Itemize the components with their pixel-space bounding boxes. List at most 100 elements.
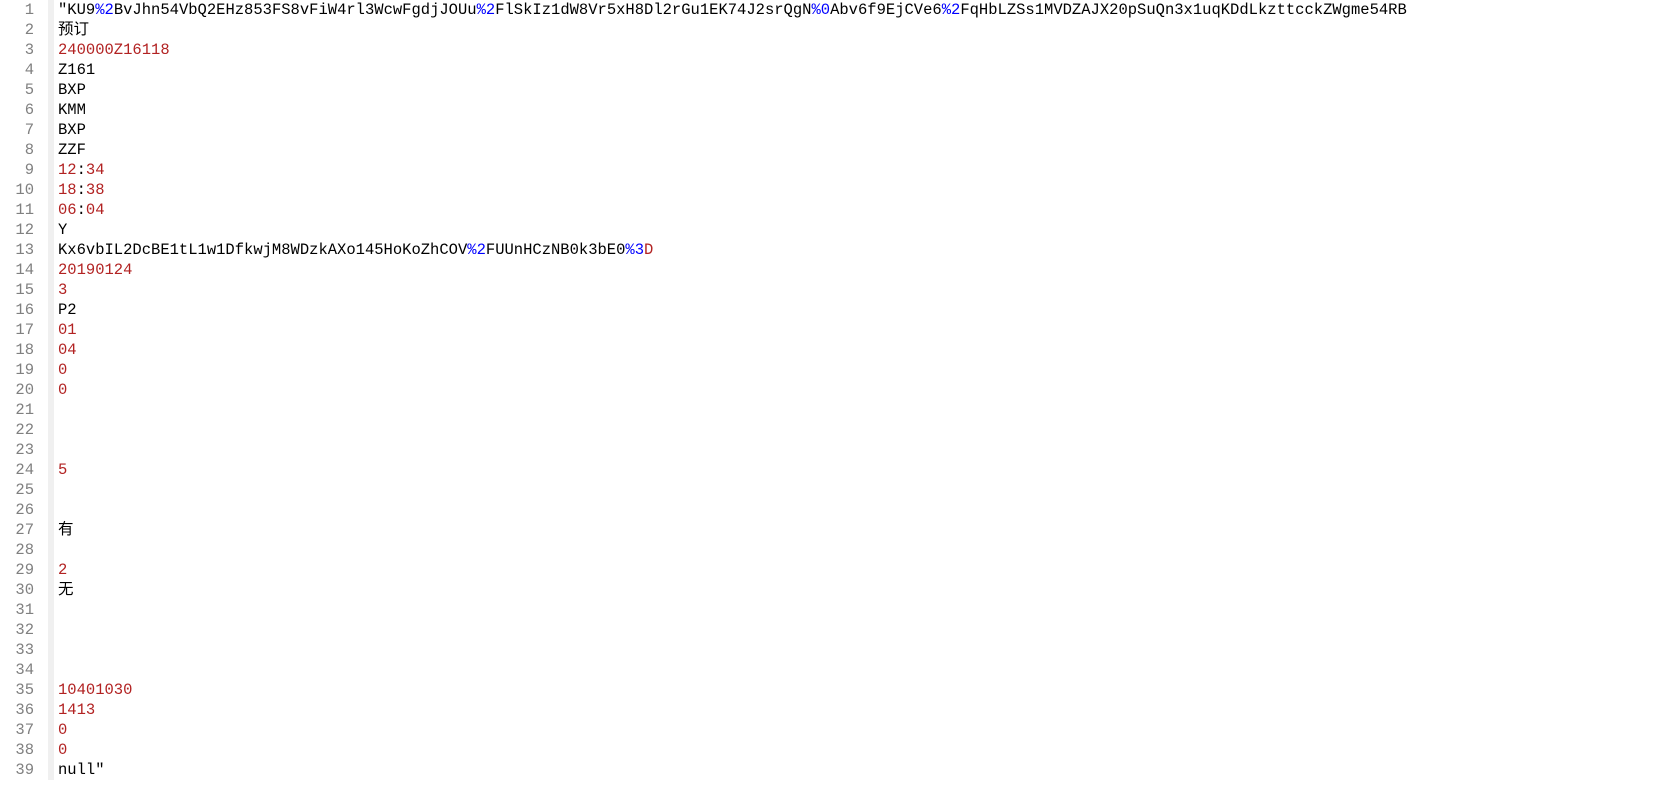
code-line[interactable]: [58, 660, 1673, 680]
code-line[interactable]: 无: [58, 580, 1673, 600]
line-number: 9: [0, 160, 42, 180]
line-number: 29: [0, 560, 42, 580]
code-token: 5: [58, 461, 67, 479]
code-line[interactable]: 240000Z16118: [58, 40, 1673, 60]
code-token: %3: [625, 241, 644, 259]
code-line[interactable]: 06:04: [58, 200, 1673, 220]
code-token: %2: [477, 1, 496, 19]
code-token: 0: [58, 741, 67, 759]
code-line[interactable]: [58, 440, 1673, 460]
code-line[interactable]: [58, 600, 1673, 620]
code-token: 0: [58, 721, 67, 739]
code-token: 18: [58, 181, 77, 199]
code-token: null": [58, 761, 105, 779]
line-number: 7: [0, 120, 42, 140]
line-number: 10: [0, 180, 42, 200]
code-line[interactable]: 0: [58, 380, 1673, 400]
code-line[interactable]: 0: [58, 720, 1673, 740]
code-line[interactable]: P2: [58, 300, 1673, 320]
code-token: 240000Z16118: [58, 41, 170, 59]
code-token: 04: [58, 341, 77, 359]
code-token: D: [644, 241, 653, 259]
line-number: 18: [0, 340, 42, 360]
code-line[interactable]: 3: [58, 280, 1673, 300]
code-token: BXP: [58, 121, 86, 139]
code-token: 2: [58, 561, 67, 579]
line-number: 25: [0, 480, 42, 500]
line-number-gutter: 1234567891011121314151617181920212223242…: [0, 0, 48, 780]
code-token: 无: [58, 581, 74, 599]
line-number: 37: [0, 720, 42, 740]
code-editor[interactable]: 1234567891011121314151617181920212223242…: [0, 0, 1673, 780]
code-line[interactable]: [58, 500, 1673, 520]
code-line[interactable]: [58, 640, 1673, 660]
line-number: 12: [0, 220, 42, 240]
code-line[interactable]: 01: [58, 320, 1673, 340]
code-token: FlSkIz1dW8Vr5xH8Dl2rGu1EK74J2srQgN: [495, 1, 811, 19]
code-token: :: [77, 181, 86, 199]
line-number: 19: [0, 360, 42, 380]
code-token: %2: [942, 1, 961, 19]
code-line[interactable]: 0: [58, 740, 1673, 760]
code-token: :: [77, 161, 86, 179]
code-line[interactable]: ZZF: [58, 140, 1673, 160]
line-number: 33: [0, 640, 42, 660]
code-line[interactable]: [58, 400, 1673, 420]
code-line[interactable]: 18:38: [58, 180, 1673, 200]
code-line[interactable]: 预订: [58, 20, 1673, 40]
code-token: :: [77, 201, 86, 219]
line-number: 14: [0, 260, 42, 280]
code-line[interactable]: 10401030: [58, 680, 1673, 700]
code-line[interactable]: "KU9%2BvJhn54VbQ2EHz853FS8vFiW4rl3WcwFgd…: [58, 0, 1673, 20]
code-line[interactable]: [58, 480, 1673, 500]
code-token: 20190124: [58, 261, 132, 279]
code-line[interactable]: [58, 420, 1673, 440]
line-number: 32: [0, 620, 42, 640]
code-line[interactable]: BXP: [58, 120, 1673, 140]
line-number: 2: [0, 20, 42, 40]
code-line[interactable]: 有: [58, 520, 1673, 540]
line-number: 39: [0, 760, 42, 780]
line-number: 30: [0, 580, 42, 600]
code-token: %2: [467, 241, 486, 259]
line-number: 26: [0, 500, 42, 520]
code-line[interactable]: 5: [58, 460, 1673, 480]
code-line[interactable]: [58, 540, 1673, 560]
line-number: 13: [0, 240, 42, 260]
code-token: 0: [58, 361, 67, 379]
line-number: 31: [0, 600, 42, 620]
code-line[interactable]: KMM: [58, 100, 1673, 120]
line-number: 28: [0, 540, 42, 560]
code-token: FUUnHCzNB0k3bE0: [486, 241, 626, 259]
code-token: "KU9: [58, 1, 95, 19]
line-number: 16: [0, 300, 42, 320]
code-token: 01: [58, 321, 77, 339]
code-line[interactable]: 04: [58, 340, 1673, 360]
code-line[interactable]: 0: [58, 360, 1673, 380]
code-line[interactable]: 12:34: [58, 160, 1673, 180]
code-line[interactable]: [58, 620, 1673, 640]
line-number: 6: [0, 100, 42, 120]
code-token: Abv6f9EjCVe6: [830, 1, 942, 19]
code-token: Y: [58, 221, 67, 239]
code-line[interactable]: Kx6vbIL2DcBE1tL1w1DfkwjM8WDzkAXo145HoKoZ…: [58, 240, 1673, 260]
code-line[interactable]: 1413: [58, 700, 1673, 720]
code-line[interactable]: BXP: [58, 80, 1673, 100]
code-token: 34: [86, 161, 105, 179]
code-line[interactable]: null": [58, 760, 1673, 780]
code-token: 预订: [58, 21, 89, 39]
code-token: 3: [58, 281, 67, 299]
code-token: BXP: [58, 81, 86, 99]
code-token: FqHbLZSs1MVDZAJX20pSuQn3x1uqKDdLkzttcckZ…: [960, 1, 1406, 19]
code-line[interactable]: Y: [58, 220, 1673, 240]
code-line[interactable]: Z161: [58, 60, 1673, 80]
code-line[interactable]: 20190124: [58, 260, 1673, 280]
line-number: 3: [0, 40, 42, 60]
code-area[interactable]: "KU9%2BvJhn54VbQ2EHz853FS8vFiW4rl3WcwFgd…: [54, 0, 1673, 780]
code-token: 12: [58, 161, 77, 179]
code-line[interactable]: 2: [58, 560, 1673, 580]
line-number: 15: [0, 280, 42, 300]
code-token: 38: [86, 181, 105, 199]
code-token: Z161: [58, 61, 95, 79]
line-number: 5: [0, 80, 42, 100]
